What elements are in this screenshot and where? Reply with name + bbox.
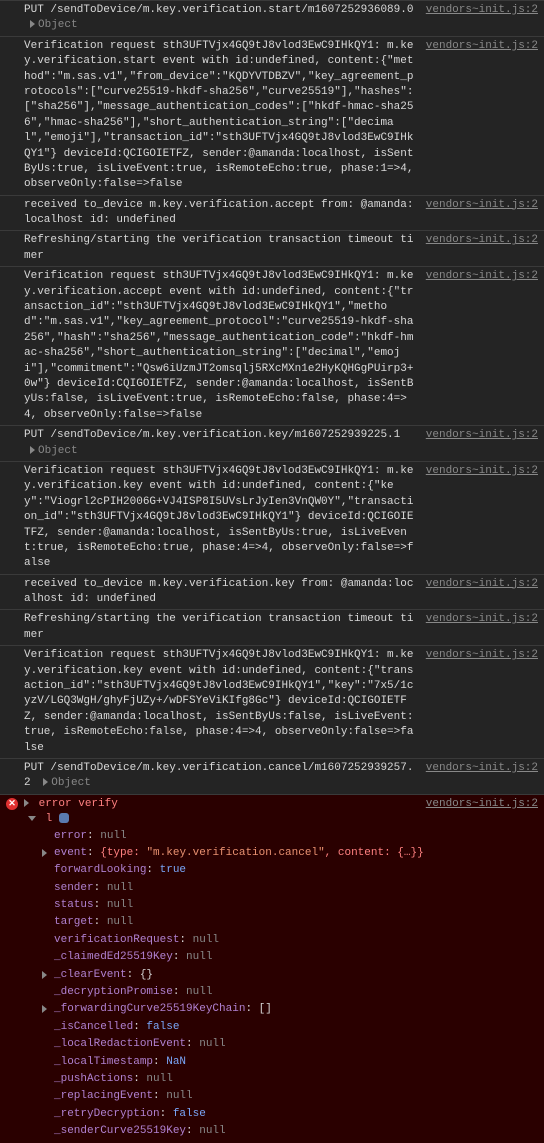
property-key: _retryDecryption <box>54 1108 160 1120</box>
object-property[interactable]: forwardLooking: true <box>54 862 540 879</box>
object-property[interactable]: _localRedactionEvent: null <box>54 1036 540 1053</box>
object-badge-icon <box>59 813 69 823</box>
console-log-entry[interactable]: vendors~init.js:2received to_device m.ke… <box>0 574 544 610</box>
object-property[interactable]: target: null <box>54 914 540 931</box>
object-property[interactable]: _retryDecryption: false <box>54 1106 540 1123</box>
object-property[interactable]: event: {type: "m.key.verification.cancel… <box>54 845 540 862</box>
object-property[interactable]: sender: null <box>54 880 540 897</box>
property-key: _replacingEvent <box>54 1090 153 1102</box>
property-key: _isCancelled <box>54 1021 133 1033</box>
source-link[interactable]: vendors~init.js:2 <box>426 761 538 776</box>
property-key: target <box>54 916 94 928</box>
object-toggle[interactable]: Object <box>30 445 78 457</box>
expand-icon <box>30 446 35 454</box>
object-property[interactable]: _replacingEvent: null <box>54 1088 540 1105</box>
object-toggle[interactable]: Object <box>43 777 91 789</box>
property-value: null <box>186 986 212 998</box>
property-value: [] <box>259 1003 272 1015</box>
object-property[interactable]: error: null <box>54 828 540 845</box>
property-value: null <box>107 882 133 894</box>
object-property[interactable]: _claimedEd25519Key: null <box>54 949 540 966</box>
console-log-entry[interactable]: vendors~init.js:2PUT /sendToDevice/m.key… <box>0 425 544 461</box>
property-key: _decryptionPromise <box>54 986 173 998</box>
property-value: null <box>107 916 133 928</box>
source-link[interactable]: vendors~init.js:2 <box>426 233 538 248</box>
property-key: sender <box>54 882 94 894</box>
source-link[interactable]: vendors~init.js:2 <box>426 198 538 213</box>
property-value: false <box>146 1021 179 1033</box>
object-property[interactable]: _decryptionPromise: null <box>54 984 540 1001</box>
console-log-entry[interactable]: vendors~init.js:2Verification request st… <box>0 461 544 574</box>
object-property[interactable]: status: null <box>54 897 540 914</box>
console-log-entry[interactable]: vendors~init.js:2Refreshing/starting the… <box>0 230 544 266</box>
property-value: null <box>166 1090 192 1102</box>
property-key: _forwardingCurve25519KeyChain <box>54 1003 245 1015</box>
source-link[interactable]: vendors~init.js:2 <box>426 3 538 18</box>
property-value: false <box>173 1108 206 1120</box>
console-error-entry[interactable]: ✕ vendors~init.js:2 error verify l error… <box>0 794 544 1143</box>
source-link[interactable]: vendors~init.js:2 <box>426 577 538 592</box>
source-link[interactable]: vendors~init.js:2 <box>426 797 538 812</box>
log-message: Verification request sth3UFTVjx4GQ9tJ8vl… <box>24 464 540 572</box>
source-link[interactable]: vendors~init.js:2 <box>426 428 538 443</box>
error-icon: ✕ <box>6 798 18 810</box>
object-property[interactable]: _forwardingCurve25519KeyChain: [] <box>54 1001 540 1018</box>
console-log-entry[interactable]: vendors~init.js:2Verification request st… <box>0 266 544 425</box>
property-value: NaN <box>166 1056 186 1068</box>
expand-icon <box>43 778 48 786</box>
property-key: verificationRequest <box>54 934 179 946</box>
error-object-label: l <box>46 813 53 825</box>
property-key: forwardLooking <box>54 864 146 876</box>
object-property[interactable]: verificationRequest: null <box>54 932 540 949</box>
console-log-entry[interactable]: vendors~init.js:2Refreshing/starting the… <box>0 609 544 645</box>
object-property[interactable]: _clearEvent: {} <box>54 967 540 984</box>
source-link[interactable]: vendors~init.js:2 <box>426 39 538 54</box>
log-message: Verification request sth3UFTVjx4GQ9tJ8vl… <box>24 648 540 756</box>
object-property[interactable]: _isCancelled: false <box>54 1019 540 1036</box>
property-value: null <box>193 934 219 946</box>
property-key: _localTimestamp <box>54 1056 153 1068</box>
console-log-entry[interactable]: vendors~init.js:2PUT /sendToDevice/m.key… <box>0 0 544 36</box>
property-value: null <box>100 830 126 842</box>
property-value: null <box>199 1038 225 1050</box>
expand-icon <box>30 20 35 28</box>
object-toggle[interactable]: Object <box>30 19 78 31</box>
property-key: _pushActions <box>54 1073 133 1085</box>
object-property[interactable]: _pushActions: null <box>54 1071 540 1088</box>
error-label: error verify <box>39 798 118 810</box>
expand-icon[interactable] <box>42 971 47 979</box>
source-link[interactable]: vendors~init.js:2 <box>426 612 538 627</box>
console-output: vendors~init.js:2PUT /sendToDevice/m.key… <box>0 0 544 1143</box>
property-key: _localRedactionEvent <box>54 1038 186 1050</box>
property-key: error <box>54 830 87 842</box>
console-log-entry[interactable]: vendors~init.js:2Verification request st… <box>0 36 544 195</box>
console-log-entry[interactable]: vendors~init.js:2received to_device m.ke… <box>0 195 544 231</box>
property-value: null <box>186 951 212 963</box>
property-key: _clearEvent <box>54 969 127 981</box>
property-value: null <box>146 1073 172 1085</box>
property-value: {type: "m.key.verification.cancel", cont… <box>100 847 423 859</box>
log-message: Verification request sth3UFTVjx4GQ9tJ8vl… <box>24 269 540 423</box>
property-key: event <box>54 847 87 859</box>
property-value: null <box>199 1125 225 1137</box>
log-message: Verification request sth3UFTVjx4GQ9tJ8vl… <box>24 39 540 193</box>
property-key: _claimedEd25519Key <box>54 951 173 963</box>
property-value: null <box>107 899 133 911</box>
console-log-entry[interactable]: vendors~init.js:2PUT /sendToDevice/m.key… <box>0 758 544 794</box>
property-value: true <box>160 864 186 876</box>
object-property[interactable]: _senderCurve25519Key: null <box>54 1123 540 1140</box>
expand-icon[interactable] <box>42 849 47 857</box>
property-value: {} <box>140 969 153 981</box>
object-property[interactable]: _localTimestamp: NaN <box>54 1054 540 1071</box>
console-log-entry[interactable]: vendors~init.js:2Verification request st… <box>0 645 544 758</box>
expand-icon[interactable] <box>24 799 29 807</box>
property-key: status <box>54 899 94 911</box>
expand-icon[interactable] <box>42 1005 47 1013</box>
object-tree: error: nullevent: {type: "m.key.verifica… <box>24 828 540 1141</box>
expand-icon[interactable] <box>28 816 36 821</box>
source-link[interactable]: vendors~init.js:2 <box>426 648 538 663</box>
source-link[interactable]: vendors~init.js:2 <box>426 464 538 479</box>
source-link[interactable]: vendors~init.js:2 <box>426 269 538 284</box>
property-key: _senderCurve25519Key <box>54 1125 186 1137</box>
